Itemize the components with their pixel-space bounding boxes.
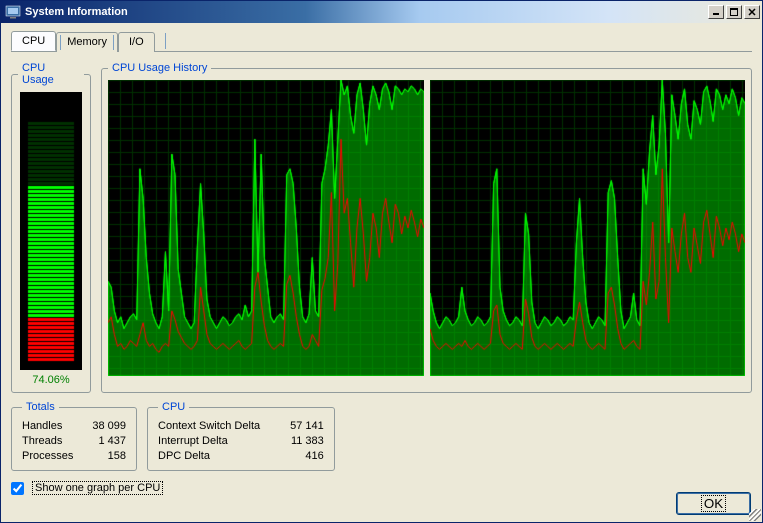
resize-grip[interactable] <box>749 509 761 521</box>
stat-value: 38 099 <box>92 419 126 434</box>
tab-label: I/O <box>129 36 144 48</box>
tab-cpu[interactable]: CPU <box>11 31 56 51</box>
app-icon <box>5 4 21 20</box>
window-title: System Information <box>25 6 708 18</box>
group-cpu-history: CPU Usage History <box>101 62 752 393</box>
titlebar: System Information <box>1 1 762 23</box>
cpu-usage-percent: 74.06% <box>18 374 84 386</box>
cpu-usage-meter <box>20 92 82 370</box>
maximize-button[interactable] <box>726 5 742 19</box>
tab-label: Memory <box>67 36 107 48</box>
tab-divider <box>165 33 166 49</box>
show-one-graph-label[interactable]: Show one graph per CPU <box>32 481 163 495</box>
close-button[interactable] <box>744 5 760 19</box>
group-label: CPU Usage <box>18 62 84 86</box>
tab-io[interactable]: I/O <box>118 32 155 52</box>
button-label: OK <box>701 495 726 512</box>
group-cpu-usage: CPU Usage 74.06% <box>11 62 91 393</box>
group-label: CPU <box>158 401 189 413</box>
cpu-history-chart-0 <box>108 80 424 376</box>
ok-button[interactable]: OK <box>676 492 751 515</box>
minimize-button[interactable] <box>708 5 724 19</box>
tab-label: CPU <box>22 35 45 47</box>
show-one-graph-checkbox[interactable] <box>11 482 24 495</box>
stat-value: 1 437 <box>98 434 126 449</box>
group-totals: Totals Handles 38 099 Threads 1 437 Proces… <box>11 401 137 471</box>
stat-label: Context Switch Delta <box>158 419 260 434</box>
stat-label: DPC Delta <box>158 449 210 464</box>
cpu-history-chart-1 <box>430 80 745 376</box>
stat-label: Threads <box>22 434 62 449</box>
tab-memory[interactable]: Memory <box>56 32 118 52</box>
stat-value: 158 <box>108 449 126 464</box>
group-label: Totals <box>22 401 59 413</box>
stat-label: Handles <box>22 419 62 434</box>
stat-label: Processes <box>22 449 73 464</box>
stat-label: Interrupt Delta <box>158 434 228 449</box>
stat-value: 57 141 <box>290 419 324 434</box>
tabstrip: CPU Memory I/O <box>11 31 752 52</box>
group-cpu-stats: CPU Context Switch Delta 57 141 Interrupt… <box>147 401 335 471</box>
stat-value: 11 383 <box>291 434 324 449</box>
group-label: CPU Usage History <box>108 62 211 74</box>
stat-value: 416 <box>305 449 323 464</box>
